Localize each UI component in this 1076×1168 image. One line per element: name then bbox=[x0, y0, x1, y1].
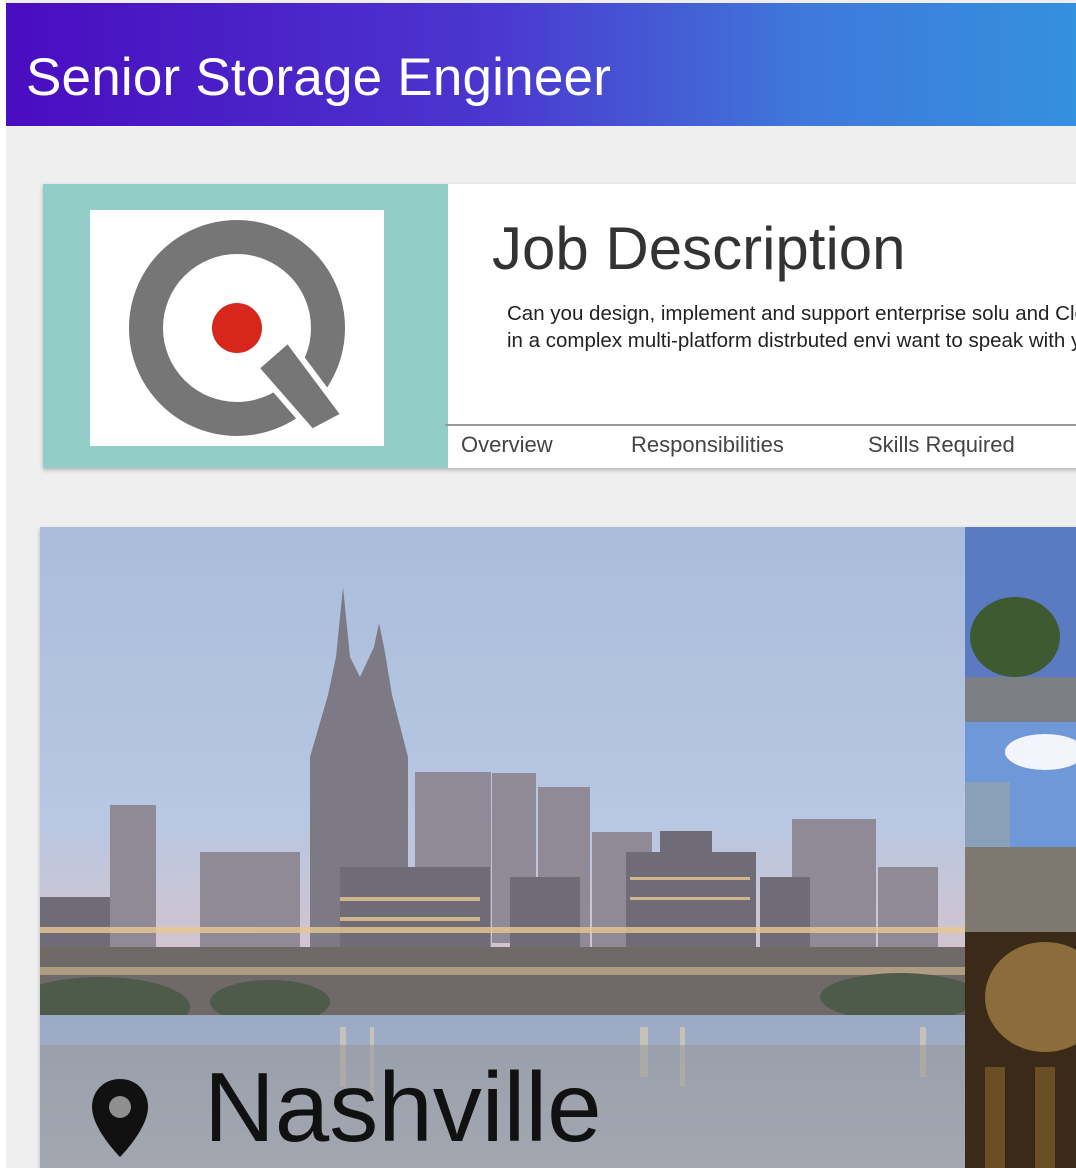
page-title: Senior Storage Engineer bbox=[26, 48, 612, 107]
job-description-card: Job Description Can you design, implemen… bbox=[43, 184, 1076, 468]
tab-overview[interactable]: Overview bbox=[461, 432, 553, 458]
job-description-text: Can you design, implement and support en… bbox=[507, 302, 1076, 352]
page: Senior Storage Engineer Job Description … bbox=[6, 0, 1076, 1168]
tab-responsibilities[interactable]: Responsibilities bbox=[631, 432, 784, 458]
location-city: Nashville bbox=[204, 1052, 602, 1162]
app-header: Senior Storage Engineer bbox=[6, 3, 1076, 126]
side-photo-strip bbox=[965, 527, 1076, 1168]
location-card: Nashville bbox=[40, 527, 1076, 1168]
company-logo bbox=[90, 210, 384, 446]
company-q-logo-icon bbox=[129, 220, 347, 436]
tab-skills-required[interactable]: Skills Required bbox=[868, 432, 1015, 458]
job-tabs: Overview Responsibilities Skills Require… bbox=[445, 424, 1076, 470]
company-logo-panel bbox=[43, 184, 448, 468]
map-pin-icon bbox=[92, 1079, 148, 1157]
job-description-title: Job Description bbox=[492, 215, 906, 282]
